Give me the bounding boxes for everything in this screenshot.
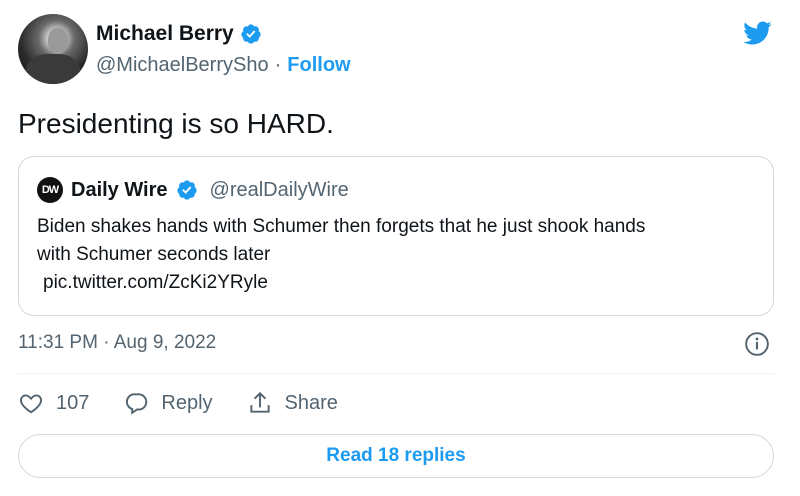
author-avatar[interactable] [18, 14, 88, 84]
share-button[interactable]: Share [247, 390, 338, 416]
author-handle[interactable]: @MichaelBerrySho [96, 54, 269, 77]
handle-separator: · [274, 54, 282, 76]
share-upload-icon [249, 391, 270, 413]
reply-button[interactable]: Reply [123, 390, 213, 416]
speech-bubble-icon [126, 393, 148, 415]
read-replies-button[interactable]: Read 18 replies [18, 434, 774, 478]
quoted-handle: @realDailyWire [209, 178, 349, 201]
like-count: 107 [56, 391, 90, 414]
quoted-tweet-body: Biden shakes hands with Schumer then for… [37, 213, 757, 297]
actions-divider [18, 373, 774, 374]
author-name-row: Michael Berry [96, 22, 262, 46]
twitter-bird-icon[interactable] [740, 18, 774, 48]
daily-wire-logo: DW [37, 177, 63, 203]
share-label: Share [284, 391, 338, 414]
verified-badge-icon [241, 24, 261, 44]
quoted-text-line-1: Biden shakes hands with Schumer then for… [37, 216, 646, 237]
tweet-actions: 107 Reply Share [18, 390, 372, 416]
quoted-verified-badge-icon [176, 180, 197, 200]
author-handle-row: @MichaelBerrySho · Follow [96, 54, 351, 77]
heart-icon [20, 394, 42, 414]
quoted-text-line-2: with Schumer seconds later [37, 244, 271, 265]
quoted-tweet-header: DW Daily Wire @realDailyWire [37, 177, 349, 203]
tweet-text: Presidenting is so HARD. [18, 108, 334, 139]
quoted-tweet-card[interactable]: DW Daily Wire @realDailyWire Biden shake… [18, 156, 774, 316]
follow-button[interactable]: Follow [287, 54, 350, 77]
quoted-pic-link[interactable]: pic.twitter.com/ZcKi2YRyle [37, 269, 757, 297]
avatar-face [48, 28, 68, 54]
reply-label: Reply [161, 391, 213, 414]
info-icon[interactable] [744, 331, 770, 357]
like-button[interactable]: 107 [18, 390, 89, 416]
quoted-display-name: Daily Wire [71, 178, 168, 201]
tweet-timestamp[interactable]: 11:31 PM · Aug 9, 2022 [18, 332, 216, 354]
avatar-shirt [26, 54, 80, 84]
author-display-name[interactable]: Michael Berry [96, 22, 234, 46]
